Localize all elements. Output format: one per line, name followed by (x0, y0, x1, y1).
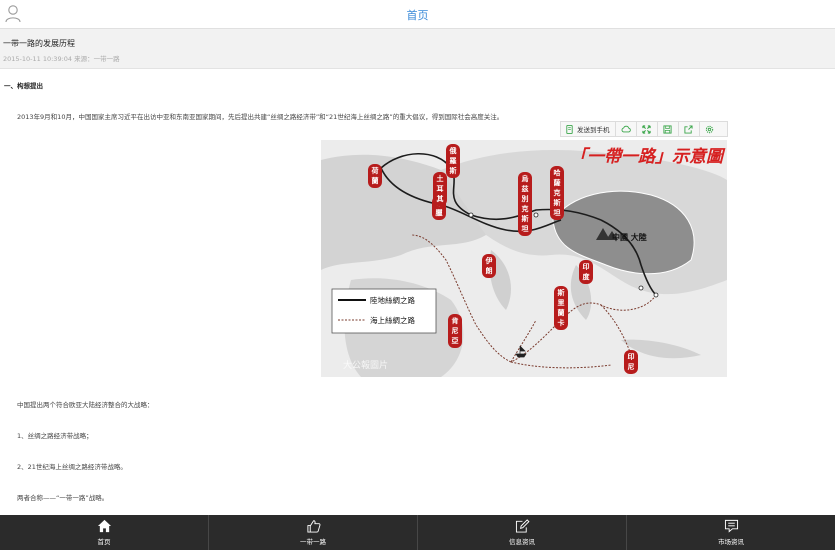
place-uzbek-6: 坦 (522, 224, 529, 233)
place-kazakh-2: 薩 (554, 178, 561, 187)
section-heading: 一、构想提出 (4, 82, 43, 90)
place-srilanka-2: 里 (558, 298, 565, 307)
place-china: 中國 大陸 (612, 232, 647, 242)
list-item-maritime: 2、21世纪海上丝绸之路经济带战略。 (17, 463, 127, 471)
article-title: 一带一路的发展历程 (3, 39, 75, 48)
cloud-button[interactable] (616, 122, 637, 136)
place-india-1: 印 (583, 262, 590, 271)
article-header: 一带一路的发展历程 2015-10-11 10:39:04 来源：一带一路 (0, 29, 835, 69)
place-kazakh-3: 克 (554, 188, 561, 197)
place-kazakh-1: 哈 (554, 168, 561, 177)
belt-and-road-map: 「一帶一路」示意圖 荷 蘭 俄 羅 斯 希 臘 土 耳 其 烏 茲 別 克 斯 … (321, 140, 727, 377)
place-russia-2: 羅 (450, 156, 457, 165)
place-kazakh-5: 坦 (554, 208, 561, 217)
place-turkey-1: 土 (437, 174, 444, 183)
map-title: 「一帶一路」示意圖 (570, 147, 726, 167)
article-meta: 2015-10-11 10:39:04 来源：一带一路 (3, 55, 120, 63)
send-to-phone-button[interactable]: 发送到手机 (561, 122, 616, 136)
nav-label-info-news: 信息资讯 (509, 538, 535, 546)
nav-item-home[interactable]: 首页 (0, 515, 209, 550)
paragraph-intro: 2013年9月和10月，中国国家主席习近平在出访中亚和东南亚国家期间，先后提出共… (17, 113, 504, 121)
place-uzbek-5: 斯 (522, 214, 529, 223)
map-watermark: 大公報圖片 (343, 359, 388, 371)
expand-icon (642, 124, 651, 134)
cloud-icon (621, 125, 631, 133)
place-uzbek-2: 茲 (522, 184, 529, 193)
nav-item-info-news[interactable]: 信息资讯 (418, 515, 627, 550)
nav-item-market-news[interactable]: 市场资讯 (627, 515, 835, 550)
place-turkey-3: 其 (437, 194, 444, 203)
list-item-silk-road: 1、丝绸之路经济带战略； (17, 432, 93, 440)
top-bar: 首页 (0, 0, 835, 29)
place-greece-2: 臘 (435, 208, 443, 217)
legend-land-route: 陸地絲綢之路 (370, 295, 415, 305)
place-kenya-3: 亞 (452, 337, 459, 345)
paragraph-summary: 两者合称——“一带一路”战略。 (17, 494, 109, 502)
place-russia-1: 俄 (449, 146, 457, 155)
place-kenya-1: 肯 (452, 316, 459, 325)
share-button[interactable] (679, 122, 700, 136)
place-kazakh-4: 斯 (554, 198, 561, 207)
place-india-2: 度 (583, 272, 591, 281)
place-srilanka-1: 斯 (558, 288, 565, 297)
place-netherlands-1: 荷 (371, 166, 379, 175)
place-kenya-2: 尼 (452, 326, 459, 335)
home-icon (97, 519, 111, 533)
place-uzbek-3: 別 (521, 194, 529, 203)
settings-button[interactable] (700, 122, 720, 136)
page-title: 首页 (406, 9, 429, 22)
nav-item-belt-road[interactable]: 一带一路 (209, 515, 418, 550)
send-to-phone-label: 发送到手机 (577, 126, 610, 134)
thumbs-up-icon (306, 520, 320, 533)
place-uzbek-4: 克 (522, 204, 529, 213)
place-iran-1: 伊 (485, 256, 493, 265)
share-icon (684, 124, 693, 134)
nav-label-market-news: 市场资讯 (718, 538, 744, 546)
place-srilanka-4: 卡 (558, 318, 565, 327)
image-toolbar: 发送到手机 (560, 121, 728, 137)
send-phone-icon (566, 124, 573, 134)
nav-label-belt-road: 一带一路 (300, 538, 326, 546)
expand-button[interactable] (637, 122, 658, 136)
place-indonesia-1: 印 (628, 352, 635, 361)
edit-icon (515, 519, 530, 533)
paragraph-strategies: 中国提出两个符合欧亚大陆经济整合的大战略： (17, 401, 154, 409)
nav-label-home: 首页 (97, 538, 111, 546)
save-icon (663, 124, 672, 134)
place-indonesia-2: 尼 (628, 362, 635, 371)
legend-sea-route: 海上絲綢之路 (370, 315, 415, 325)
place-uzbek-1: 烏 (522, 174, 529, 183)
bottom-navigation: 首页 一带一路 信息资讯 市场资讯 (0, 515, 835, 550)
settings-icon (705, 125, 714, 133)
place-iran-2: 朗 (486, 266, 493, 275)
article-content: 一、构想提出 2013年9月和10月，中国国家主席习近平在出访中亚和东南亚国家期… (0, 69, 835, 515)
place-russia-3: 斯 (450, 166, 457, 175)
place-netherlands-2: 蘭 (372, 176, 379, 185)
place-srilanka-3: 蘭 (558, 308, 565, 317)
message-icon (724, 519, 738, 533)
place-turkey-2: 耳 (437, 185, 444, 193)
save-button[interactable] (658, 122, 679, 136)
